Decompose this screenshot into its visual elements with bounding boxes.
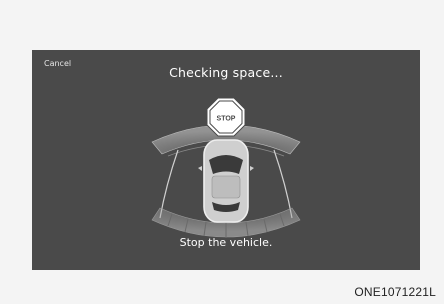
car-icon: [198, 139, 254, 223]
stop-sign-label: STOP: [217, 116, 236, 123]
image-caption: ONE1071221L: [354, 285, 436, 299]
right-guide-line: [273, 149, 293, 219]
left-guide-line: [159, 149, 179, 219]
status-message: Stop the vehicle.: [179, 236, 273, 249]
parking-assist-screen: Cancel Checking space... STOP Stop the v…: [32, 50, 420, 270]
